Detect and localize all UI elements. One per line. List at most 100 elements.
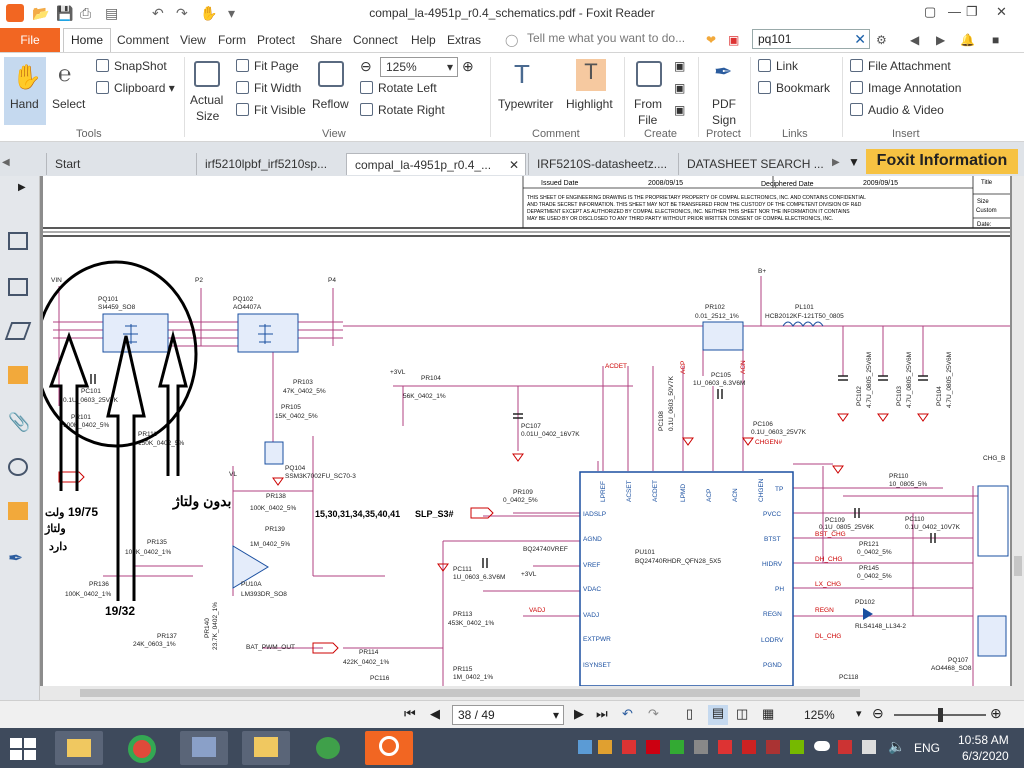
volume-icon[interactable]: 🔈 bbox=[888, 738, 905, 755]
tab-scroll-right-icon[interactable]: ▶ bbox=[832, 157, 840, 168]
next-result-icon[interactable]: ▶ bbox=[936, 33, 945, 47]
zoom-slider-thumb[interactable] bbox=[938, 708, 943, 722]
tab-compal-schematics[interactable]: compal_la-4951p_r0.4_... ✕ bbox=[346, 153, 526, 175]
select-button[interactable]: ℮ Select bbox=[50, 57, 88, 125]
menu-protect[interactable]: Protect bbox=[257, 33, 295, 47]
fit-visible-button[interactable]: Fit Visible bbox=[236, 103, 306, 117]
reflow-button[interactable]: Reflow bbox=[312, 57, 352, 125]
create-small-icon[interactable]: ▣ bbox=[674, 59, 685, 73]
tray-app-icon[interactable] bbox=[578, 740, 592, 754]
fit-page-button[interactable]: Fit Page bbox=[236, 59, 299, 73]
actual-size-button[interactable]: Actual Size bbox=[190, 57, 226, 125]
zoom-out-icon[interactable]: ⊖ bbox=[872, 705, 884, 722]
file-menu-button[interactable]: File bbox=[0, 28, 60, 52]
windows-start-icon[interactable] bbox=[10, 738, 36, 760]
document-view[interactable]: Issued Date 2008/09/15 Deciphered Date 2… bbox=[40, 176, 1024, 700]
zoom-in-icon[interactable]: ⊕ bbox=[462, 58, 474, 75]
vertical-scrollbar[interactable] bbox=[1012, 176, 1024, 686]
prev-page-icon[interactable]: ◀ bbox=[430, 706, 440, 722]
tray-app-icon[interactable] bbox=[646, 740, 660, 754]
tab-irf5210s-datasheet[interactable]: IRF5210S-datasheetz.... bbox=[528, 153, 676, 175]
comments-icon[interactable] bbox=[8, 366, 28, 384]
lock-icon[interactable] bbox=[8, 502, 28, 520]
zoom-dropdown-icon[interactable]: ▾ bbox=[856, 707, 862, 720]
image-annotation-button[interactable]: Image Annotation bbox=[850, 81, 961, 95]
close-tab-icon[interactable]: ✕ bbox=[509, 154, 519, 176]
tray-app-icon[interactable] bbox=[694, 740, 708, 754]
pdf-sign-button[interactable]: ✒ PDF Sign bbox=[704, 57, 744, 127]
network-app-icon[interactable] bbox=[180, 731, 228, 765]
pages-icon[interactable] bbox=[8, 278, 28, 296]
typewriter-button[interactable]: T Typewriter bbox=[496, 57, 560, 125]
continuous-page-icon[interactable]: ▤ bbox=[708, 705, 728, 725]
next-page-icon[interactable]: ▶ bbox=[574, 706, 584, 722]
user-icon[interactable]: ■ bbox=[992, 33, 999, 47]
tray-app-icon[interactable] bbox=[598, 740, 612, 754]
zoom-select[interactable]: 125% ▾ bbox=[380, 57, 458, 77]
tray-app-icon[interactable] bbox=[838, 740, 852, 754]
language-indicator[interactable]: ENG bbox=[914, 741, 940, 755]
download-manager-icon[interactable] bbox=[304, 731, 352, 765]
menu-help[interactable]: Help bbox=[411, 33, 436, 47]
menu-form[interactable]: Form bbox=[218, 33, 246, 47]
create-small-icon-3[interactable]: ▣ bbox=[674, 103, 685, 117]
tell-me-input[interactable]: Tell me what you want to do... bbox=[527, 31, 685, 45]
hand-button[interactable]: ✋ Hand bbox=[4, 57, 46, 125]
continuous-facing-icon[interactable]: ▦ bbox=[762, 706, 774, 722]
clipboard-button[interactable]: Clipboard ▾ bbox=[96, 81, 175, 95]
horizontal-scrollbar[interactable] bbox=[40, 686, 1024, 700]
facing-page-icon[interactable]: ◫ bbox=[736, 706, 748, 722]
tray-app-icon[interactable] bbox=[766, 740, 780, 754]
sign-tool-icon[interactable]: ✒ bbox=[8, 548, 28, 568]
tab-list-dropdown-icon[interactable]: ▼ bbox=[848, 155, 860, 169]
tray-app-icon[interactable] bbox=[742, 740, 756, 754]
security-seal-icon[interactable] bbox=[8, 458, 28, 476]
zoom-slider[interactable] bbox=[894, 708, 986, 722]
layers-icon[interactable] bbox=[4, 322, 32, 340]
close-button[interactable]: ✕ bbox=[996, 4, 1007, 20]
menu-share[interactable]: Share bbox=[310, 33, 342, 47]
scroll-thumb[interactable] bbox=[1014, 556, 1022, 576]
first-page-icon[interactable]: ⏮ bbox=[404, 706, 416, 722]
tab-irf5210lpbf[interactable]: irf5210lpbf_irf5210sp... bbox=[196, 153, 344, 175]
minimize-button[interactable]: — bbox=[948, 4, 961, 19]
expand-pane-icon[interactable]: ▶ bbox=[18, 182, 38, 200]
zoom-out-icon[interactable]: ⊖ bbox=[360, 58, 372, 75]
tab-datasheet-search[interactable]: DATASHEET SEARCH ... bbox=[678, 153, 828, 175]
attachments-icon[interactable]: 📎 bbox=[8, 412, 30, 432]
restore-button[interactable]: ❐ bbox=[966, 4, 978, 20]
shopping-cart-icon[interactable]: ▣ bbox=[728, 33, 739, 47]
task-manager-icon[interactable] bbox=[242, 731, 290, 765]
foxit-reader-taskbar-icon[interactable] bbox=[365, 731, 413, 765]
onedrive-icon[interactable] bbox=[814, 741, 830, 751]
tray-app-icon[interactable] bbox=[718, 740, 732, 754]
clear-search-icon[interactable]: ✕ bbox=[854, 30, 866, 48]
heart-icon[interactable]: ❤ bbox=[706, 33, 716, 47]
zoom-in-icon[interactable]: ⊕ bbox=[990, 705, 1002, 722]
menu-extras[interactable]: Extras bbox=[447, 33, 481, 47]
tab-home[interactable]: Home bbox=[63, 28, 111, 53]
audio-video-button[interactable]: Audio & Video bbox=[850, 103, 944, 117]
nvidia-icon[interactable] bbox=[790, 740, 804, 754]
ribbon-display-icon[interactable]: ▢ bbox=[924, 4, 936, 20]
foxit-information-button[interactable]: Foxit Information bbox=[866, 149, 1018, 174]
clock-date[interactable]: 6/3/2020 bbox=[962, 749, 1009, 763]
tab-start[interactable]: Start bbox=[46, 153, 194, 175]
notification-bell-icon[interactable]: 🔔 bbox=[960, 33, 975, 47]
tray-app-icon[interactable] bbox=[622, 740, 636, 754]
create-small-icon-2[interactable]: ▣ bbox=[674, 81, 685, 95]
rotate-left-button[interactable]: Rotate Left bbox=[360, 81, 437, 95]
search-input[interactable]: pq101 ✕ bbox=[752, 29, 870, 49]
highlight-button[interactable]: T Highlight bbox=[566, 57, 618, 125]
tab-scroll-left-icon[interactable]: ◀ bbox=[2, 157, 10, 168]
clock-time[interactable]: 10:58 AM bbox=[958, 733, 1009, 747]
file-attachment-button[interactable]: File Attachment bbox=[850, 59, 951, 73]
next-view-icon[interactable]: ↷ bbox=[648, 706, 659, 722]
scroll-thumb[interactable] bbox=[80, 689, 860, 697]
single-page-icon[interactable]: ▯ bbox=[686, 706, 693, 722]
file-explorer-icon[interactable] bbox=[55, 731, 103, 765]
last-page-icon[interactable]: ⏭ bbox=[596, 706, 608, 722]
fit-width-button[interactable]: Fit Width bbox=[236, 81, 301, 95]
menu-connect[interactable]: Connect bbox=[353, 33, 398, 47]
previous-view-icon[interactable]: ↶ bbox=[622, 706, 633, 722]
